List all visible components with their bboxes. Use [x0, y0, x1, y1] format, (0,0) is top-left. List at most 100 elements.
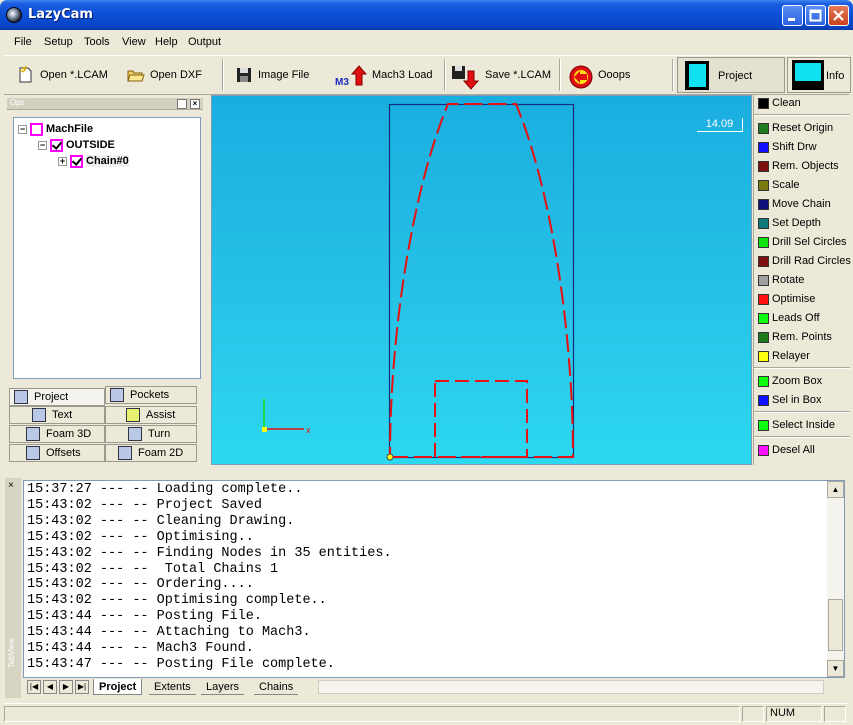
cmd-label: Desel All	[772, 444, 815, 456]
scroll-thumb[interactable]	[828, 599, 843, 651]
color-swatch	[758, 141, 769, 153]
log-tab-extents[interactable]: Extents	[149, 679, 196, 695]
menu-help[interactable]: Help	[155, 36, 178, 48]
ops-close-button[interactable]: ×	[190, 99, 200, 109]
extents-rectangle	[388, 103, 575, 459]
menu-file[interactable]: File	[14, 36, 32, 48]
cmd-label: Relayer	[772, 350, 810, 362]
info-view-button[interactable]: Info	[787, 57, 851, 93]
color-swatch	[758, 419, 769, 431]
cmd-label: Rotate	[772, 274, 805, 286]
tree-node-chain[interactable]: + Chain#0	[58, 153, 129, 169]
app-icon[interactable]	[6, 7, 22, 23]
undo-arrow-icon	[568, 65, 594, 89]
open-dxf-button[interactable]: Open DXF	[126, 62, 202, 88]
scroll-down-button[interactable]: ▼	[827, 660, 844, 677]
image-file-button[interactable]: Image File	[234, 62, 309, 88]
cmd-label: Rem. Points	[772, 331, 832, 343]
cmd-relayer[interactable]: Relayer	[758, 348, 810, 364]
cmd-rem-objects[interactable]: Rem. Objects	[758, 158, 839, 174]
cmd-zoom-box[interactable]: Zoom Box	[758, 373, 822, 389]
log-horizontal-scrollbar[interactable]	[318, 680, 824, 694]
ops-tab-foam2d[interactable]: Foam 2D	[105, 444, 197, 462]
tree-node-label: MachFile	[46, 123, 94, 135]
cmd-move-chain[interactable]: Move Chain	[758, 196, 831, 212]
cmd-scale[interactable]: Scale	[758, 177, 800, 193]
ooops-button[interactable]: Ooops	[568, 62, 630, 89]
prev-tab-button[interactable]: ◀	[43, 680, 57, 694]
collapse-icon[interactable]: −	[38, 140, 47, 150]
checkbox-chain[interactable]	[70, 154, 83, 168]
cmd-desel-all[interactable]: Desel All	[758, 442, 815, 458]
color-swatch	[758, 217, 769, 229]
cmd-label: Scale	[772, 179, 800, 191]
ops-tab-pockets[interactable]: Pockets	[105, 386, 197, 404]
menu-view[interactable]: View	[122, 36, 146, 48]
cmd-reset-origin[interactable]: Reset Origin	[758, 120, 833, 136]
ops-tab-assist[interactable]: Assist	[105, 406, 197, 424]
log-vertical-scrollbar[interactable]: ▲ ▼	[827, 481, 844, 677]
menu-tools[interactable]: Tools	[84, 36, 110, 48]
tree-node-machfile[interactable]: − MachFile	[18, 121, 93, 137]
checkbox-machfile[interactable]	[30, 122, 43, 136]
ops-tab-offsets[interactable]: Offsets	[9, 444, 105, 462]
close-button[interactable]	[828, 5, 849, 26]
status-bar: NUM	[4, 703, 849, 722]
cmd-optimise[interactable]: Optimise	[758, 291, 815, 307]
maximize-button[interactable]	[805, 5, 826, 26]
cmd-clean[interactable]: Clean	[758, 95, 801, 111]
ops-dock-button[interactable]	[177, 99, 187, 109]
color-swatch	[758, 236, 769, 248]
cmd-label: Zoom Box	[772, 375, 823, 387]
cmd-rem-points[interactable]: Rem. Points	[758, 329, 832, 345]
ops-tab-foam3d[interactable]: Foam 3D	[9, 425, 105, 443]
log-tab-project[interactable]: Project	[93, 679, 143, 695]
cmd-label: Shift Drw	[772, 141, 817, 153]
checkbox-outside[interactable]	[50, 138, 63, 152]
status-message	[4, 706, 740, 722]
mach3-load-button[interactable]: M3 Mach3 Load	[334, 62, 433, 88]
collapse-icon[interactable]: −	[18, 124, 27, 134]
cmd-drill-sel-circles[interactable]: Drill Sel Circles	[758, 234, 847, 250]
ops-tab-project[interactable]: Project	[9, 388, 105, 406]
log-output[interactable]: 15:37:27 --- -- Loading complete.. 15:43:…	[23, 480, 845, 678]
tab-label: Foam 3D	[46, 428, 92, 440]
expand-icon[interactable]: +	[58, 156, 67, 166]
last-tab-button[interactable]: ▶|	[75, 680, 89, 694]
cmd-set-depth[interactable]: Set Depth	[758, 215, 821, 231]
cmd-rotate[interactable]: Rotate	[758, 272, 804, 288]
ops-tab-turn[interactable]: Turn	[105, 425, 197, 443]
inner-chain-path	[434, 380, 528, 458]
cmd-sel-in-box[interactable]: Sel in Box	[758, 392, 822, 408]
status-num: NUM	[766, 706, 822, 722]
drawing-canvas[interactable]: x 14.09	[211, 95, 752, 465]
tree-node-outside[interactable]: − OUTSIDE	[38, 137, 115, 153]
project-view-button[interactable]: Project	[677, 57, 785, 93]
cmd-label: Move Chain	[772, 198, 831, 210]
ops-tree[interactable]: − MachFile − OUTSIDE + Chain#0	[13, 117, 201, 379]
cmd-select-inside[interactable]: Select Inside	[758, 417, 835, 433]
ops-tab-text[interactable]: Text	[9, 406, 105, 424]
scroll-up-button[interactable]: ▲	[827, 481, 844, 498]
open-dxf-label: Open DXF	[150, 69, 202, 81]
drawing-svg: x	[262, 103, 575, 461]
open-lcam-button[interactable]: Open *.LCAM	[16, 62, 108, 88]
log-lines: 15:37:27 --- -- Loading complete.. 15:43:…	[27, 482, 392, 673]
cmd-drill-rad-circles[interactable]: Drill Rad Circles	[758, 253, 851, 269]
save-lcam-button[interactable]: Save *.LCAM	[451, 62, 551, 90]
first-tab-button[interactable]: |◀	[27, 680, 41, 694]
separator	[754, 436, 850, 438]
separator	[754, 114, 850, 116]
log-tab-chains[interactable]: Chains	[254, 679, 299, 695]
minimize-button[interactable]	[782, 5, 803, 26]
cmd-leads-off[interactable]: Leads Off	[758, 310, 820, 326]
menu-setup[interactable]: Setup	[44, 36, 73, 48]
command-panel: Clean Reset Origin Shift Drw Rem. Object…	[753, 95, 851, 465]
cmd-shift-drw[interactable]: Shift Drw	[758, 139, 817, 155]
color-swatch	[758, 122, 769, 134]
log-tab-layers[interactable]: Layers	[201, 679, 245, 695]
menu-output[interactable]: Output	[188, 36, 221, 48]
log-close-icon[interactable]: ×	[8, 480, 14, 491]
next-tab-button[interactable]: ▶	[59, 680, 73, 694]
offsets-tab-icon	[26, 446, 40, 460]
